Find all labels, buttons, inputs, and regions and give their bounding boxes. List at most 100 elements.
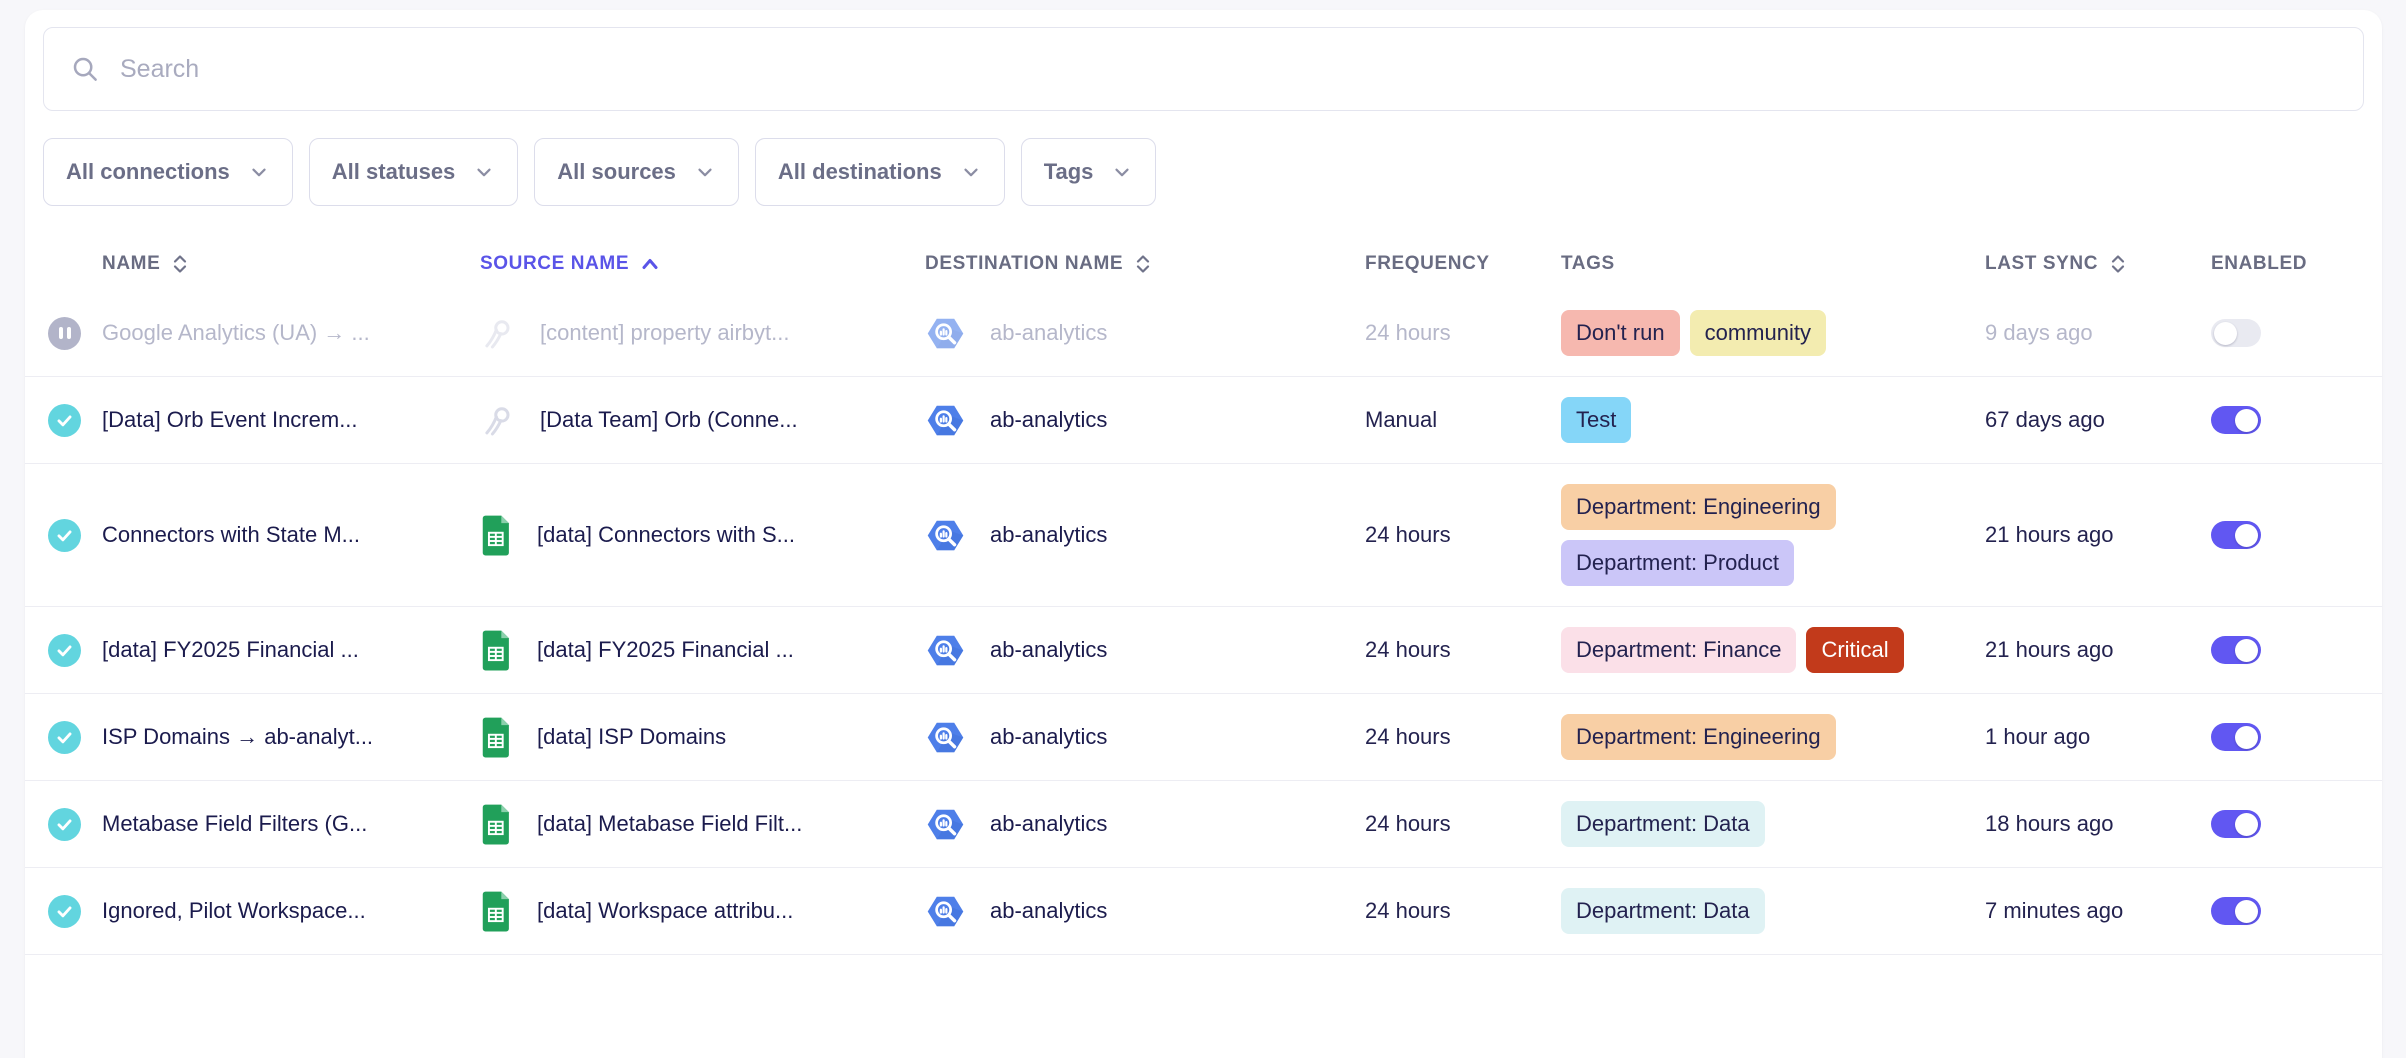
enabled-cell bbox=[2211, 406, 2382, 434]
table-row[interactable]: Metabase Field Filters (G... [data] Meta… bbox=[25, 781, 2382, 868]
column-label: FREQUENCY bbox=[1365, 253, 1490, 275]
column-label: NAME bbox=[102, 253, 160, 275]
search-input[interactable] bbox=[118, 54, 2337, 85]
sort-icon bbox=[1133, 251, 1153, 277]
google-sheets-icon bbox=[480, 716, 513, 759]
chevron-down-icon bbox=[248, 161, 270, 183]
google-sheets-icon bbox=[480, 514, 513, 557]
paused-status-icon bbox=[48, 317, 81, 350]
last-sync: 21 hours ago bbox=[1985, 637, 2211, 663]
connections-card: All connections All statuses All sources… bbox=[25, 10, 2382, 1058]
connection-name: [data] FY2025 Financial ... bbox=[102, 637, 480, 663]
source-name: [data] Metabase Field Filt... bbox=[537, 811, 802, 837]
enabled-toggle[interactable] bbox=[2211, 319, 2261, 347]
column-header-enabled: ENABLED bbox=[2211, 253, 2382, 275]
success-status-icon bbox=[48, 404, 81, 437]
column-header-source-name[interactable]: SOURCE NAME bbox=[480, 253, 925, 275]
last-sync: 21 hours ago bbox=[1985, 522, 2211, 548]
connector-placeholder-icon bbox=[480, 315, 516, 351]
success-status-icon bbox=[48, 721, 81, 754]
filter-label: All destinations bbox=[778, 159, 942, 185]
enabled-cell bbox=[2211, 723, 2382, 751]
table-header: NAME SOURCE NAME DESTINATION NAMEFREQUENCY… bbox=[25, 238, 2382, 290]
table-row[interactable]: [Data] Orb Event Increm... [Data Team] O… bbox=[25, 377, 2382, 464]
success-status-icon bbox=[48, 895, 81, 928]
source-name: [Data Team] Orb (Conne... bbox=[540, 407, 798, 433]
destination-name: ab-analytics bbox=[990, 724, 1107, 750]
column-label: SOURCE NAME bbox=[480, 253, 629, 275]
bigquery-icon bbox=[925, 630, 966, 671]
source-name: [data] FY2025 Financial ... bbox=[537, 637, 794, 663]
source-name: [data] Connectors with S... bbox=[537, 522, 795, 548]
filter-statuses[interactable]: All statuses bbox=[309, 138, 519, 206]
status-cell bbox=[48, 404, 102, 437]
tag-list: Department: Data bbox=[1561, 888, 1985, 934]
column-header-destination-name[interactable]: DESTINATION NAME bbox=[925, 251, 1365, 277]
tag-chip: Department: Product bbox=[1561, 540, 1794, 586]
enabled-toggle[interactable] bbox=[2211, 521, 2261, 549]
status-cell bbox=[48, 721, 102, 754]
filter-connections[interactable]: All connections bbox=[43, 138, 293, 206]
success-status-icon bbox=[48, 808, 81, 841]
tag-chip: Department: Data bbox=[1561, 888, 1765, 934]
status-cell bbox=[48, 317, 102, 350]
filter-tags[interactable]: Tags bbox=[1021, 138, 1157, 206]
connections-page: All connections All statuses All sources… bbox=[0, 0, 2406, 1058]
connection-name: Metabase Field Filters (G... bbox=[102, 811, 480, 837]
frequency: 24 hours bbox=[1365, 637, 1561, 663]
frequency: 24 hours bbox=[1365, 811, 1561, 837]
search-box[interactable] bbox=[43, 27, 2364, 111]
chevron-down-icon bbox=[473, 161, 495, 183]
status-cell bbox=[48, 519, 102, 552]
sort-icon bbox=[2108, 251, 2128, 277]
destination-name: ab-analytics bbox=[990, 522, 1107, 548]
enabled-toggle[interactable] bbox=[2211, 406, 2261, 434]
enabled-toggle[interactable] bbox=[2211, 636, 2261, 664]
tag-list: Department: Data bbox=[1561, 801, 1985, 847]
last-sync: 18 hours ago bbox=[1985, 811, 2211, 837]
table-row[interactable]: [data] FY2025 Financial ... [data] FY202… bbox=[25, 607, 2382, 694]
bigquery-icon bbox=[925, 717, 966, 758]
connection-name: [Data] Orb Event Increm... bbox=[102, 407, 480, 433]
tag-list: Don't runcommunity bbox=[1561, 310, 1985, 356]
enabled-toggle[interactable] bbox=[2211, 810, 2261, 838]
bigquery-icon bbox=[925, 515, 966, 556]
connection-name: Connectors with State M... bbox=[102, 522, 480, 548]
filter-sources[interactable]: All sources bbox=[534, 138, 739, 206]
tag-chip: Department: Engineering bbox=[1561, 484, 1836, 530]
google-sheets-icon bbox=[480, 629, 513, 672]
column-header-last-sync[interactable]: LAST SYNC bbox=[1985, 251, 2211, 277]
filter-bar: All connections All statuses All sources… bbox=[43, 138, 2364, 206]
bigquery-icon bbox=[925, 891, 966, 932]
success-status-icon bbox=[48, 634, 81, 667]
column-header-frequency: FREQUENCY bbox=[1365, 253, 1561, 275]
enabled-toggle[interactable] bbox=[2211, 897, 2261, 925]
enabled-cell bbox=[2211, 636, 2382, 664]
table-row[interactable]: Connectors with State M... [data] Connec… bbox=[25, 464, 2382, 607]
source-name: [data] Workspace attribu... bbox=[537, 898, 793, 924]
connection-name: ISP Domains → ab-analyt... bbox=[102, 724, 480, 750]
destination-name: ab-analytics bbox=[990, 811, 1107, 837]
table-row[interactable]: Ignored, Pilot Workspace... [data] Works… bbox=[25, 868, 2382, 955]
table-row[interactable]: ISP Domains → ab-analyt... [data] ISP Do… bbox=[25, 694, 2382, 781]
status-cell bbox=[48, 808, 102, 841]
status-cell bbox=[48, 895, 102, 928]
frequency: 24 hours bbox=[1365, 898, 1561, 924]
filter-label: All statuses bbox=[332, 159, 456, 185]
table-row[interactable]: Google Analytics (UA) → ... [content] pr… bbox=[25, 290, 2382, 377]
bigquery-icon bbox=[925, 804, 966, 845]
tag-list: Test bbox=[1561, 397, 1985, 443]
column-header-name[interactable]: NAME bbox=[102, 251, 480, 277]
chevron-down-icon bbox=[694, 161, 716, 183]
destination-name: ab-analytics bbox=[990, 898, 1107, 924]
tag-chip: Critical bbox=[1806, 627, 1903, 673]
enabled-toggle[interactable] bbox=[2211, 723, 2261, 751]
enabled-cell bbox=[2211, 521, 2382, 549]
column-label: TAGS bbox=[1561, 253, 1615, 275]
filter-destinations[interactable]: All destinations bbox=[755, 138, 1005, 206]
status-cell bbox=[48, 634, 102, 667]
filter-label: All sources bbox=[557, 159, 676, 185]
column-label: LAST SYNC bbox=[1985, 253, 2098, 275]
tag-list: Department: Engineering bbox=[1561, 714, 1985, 760]
google-sheets-icon bbox=[480, 803, 513, 846]
